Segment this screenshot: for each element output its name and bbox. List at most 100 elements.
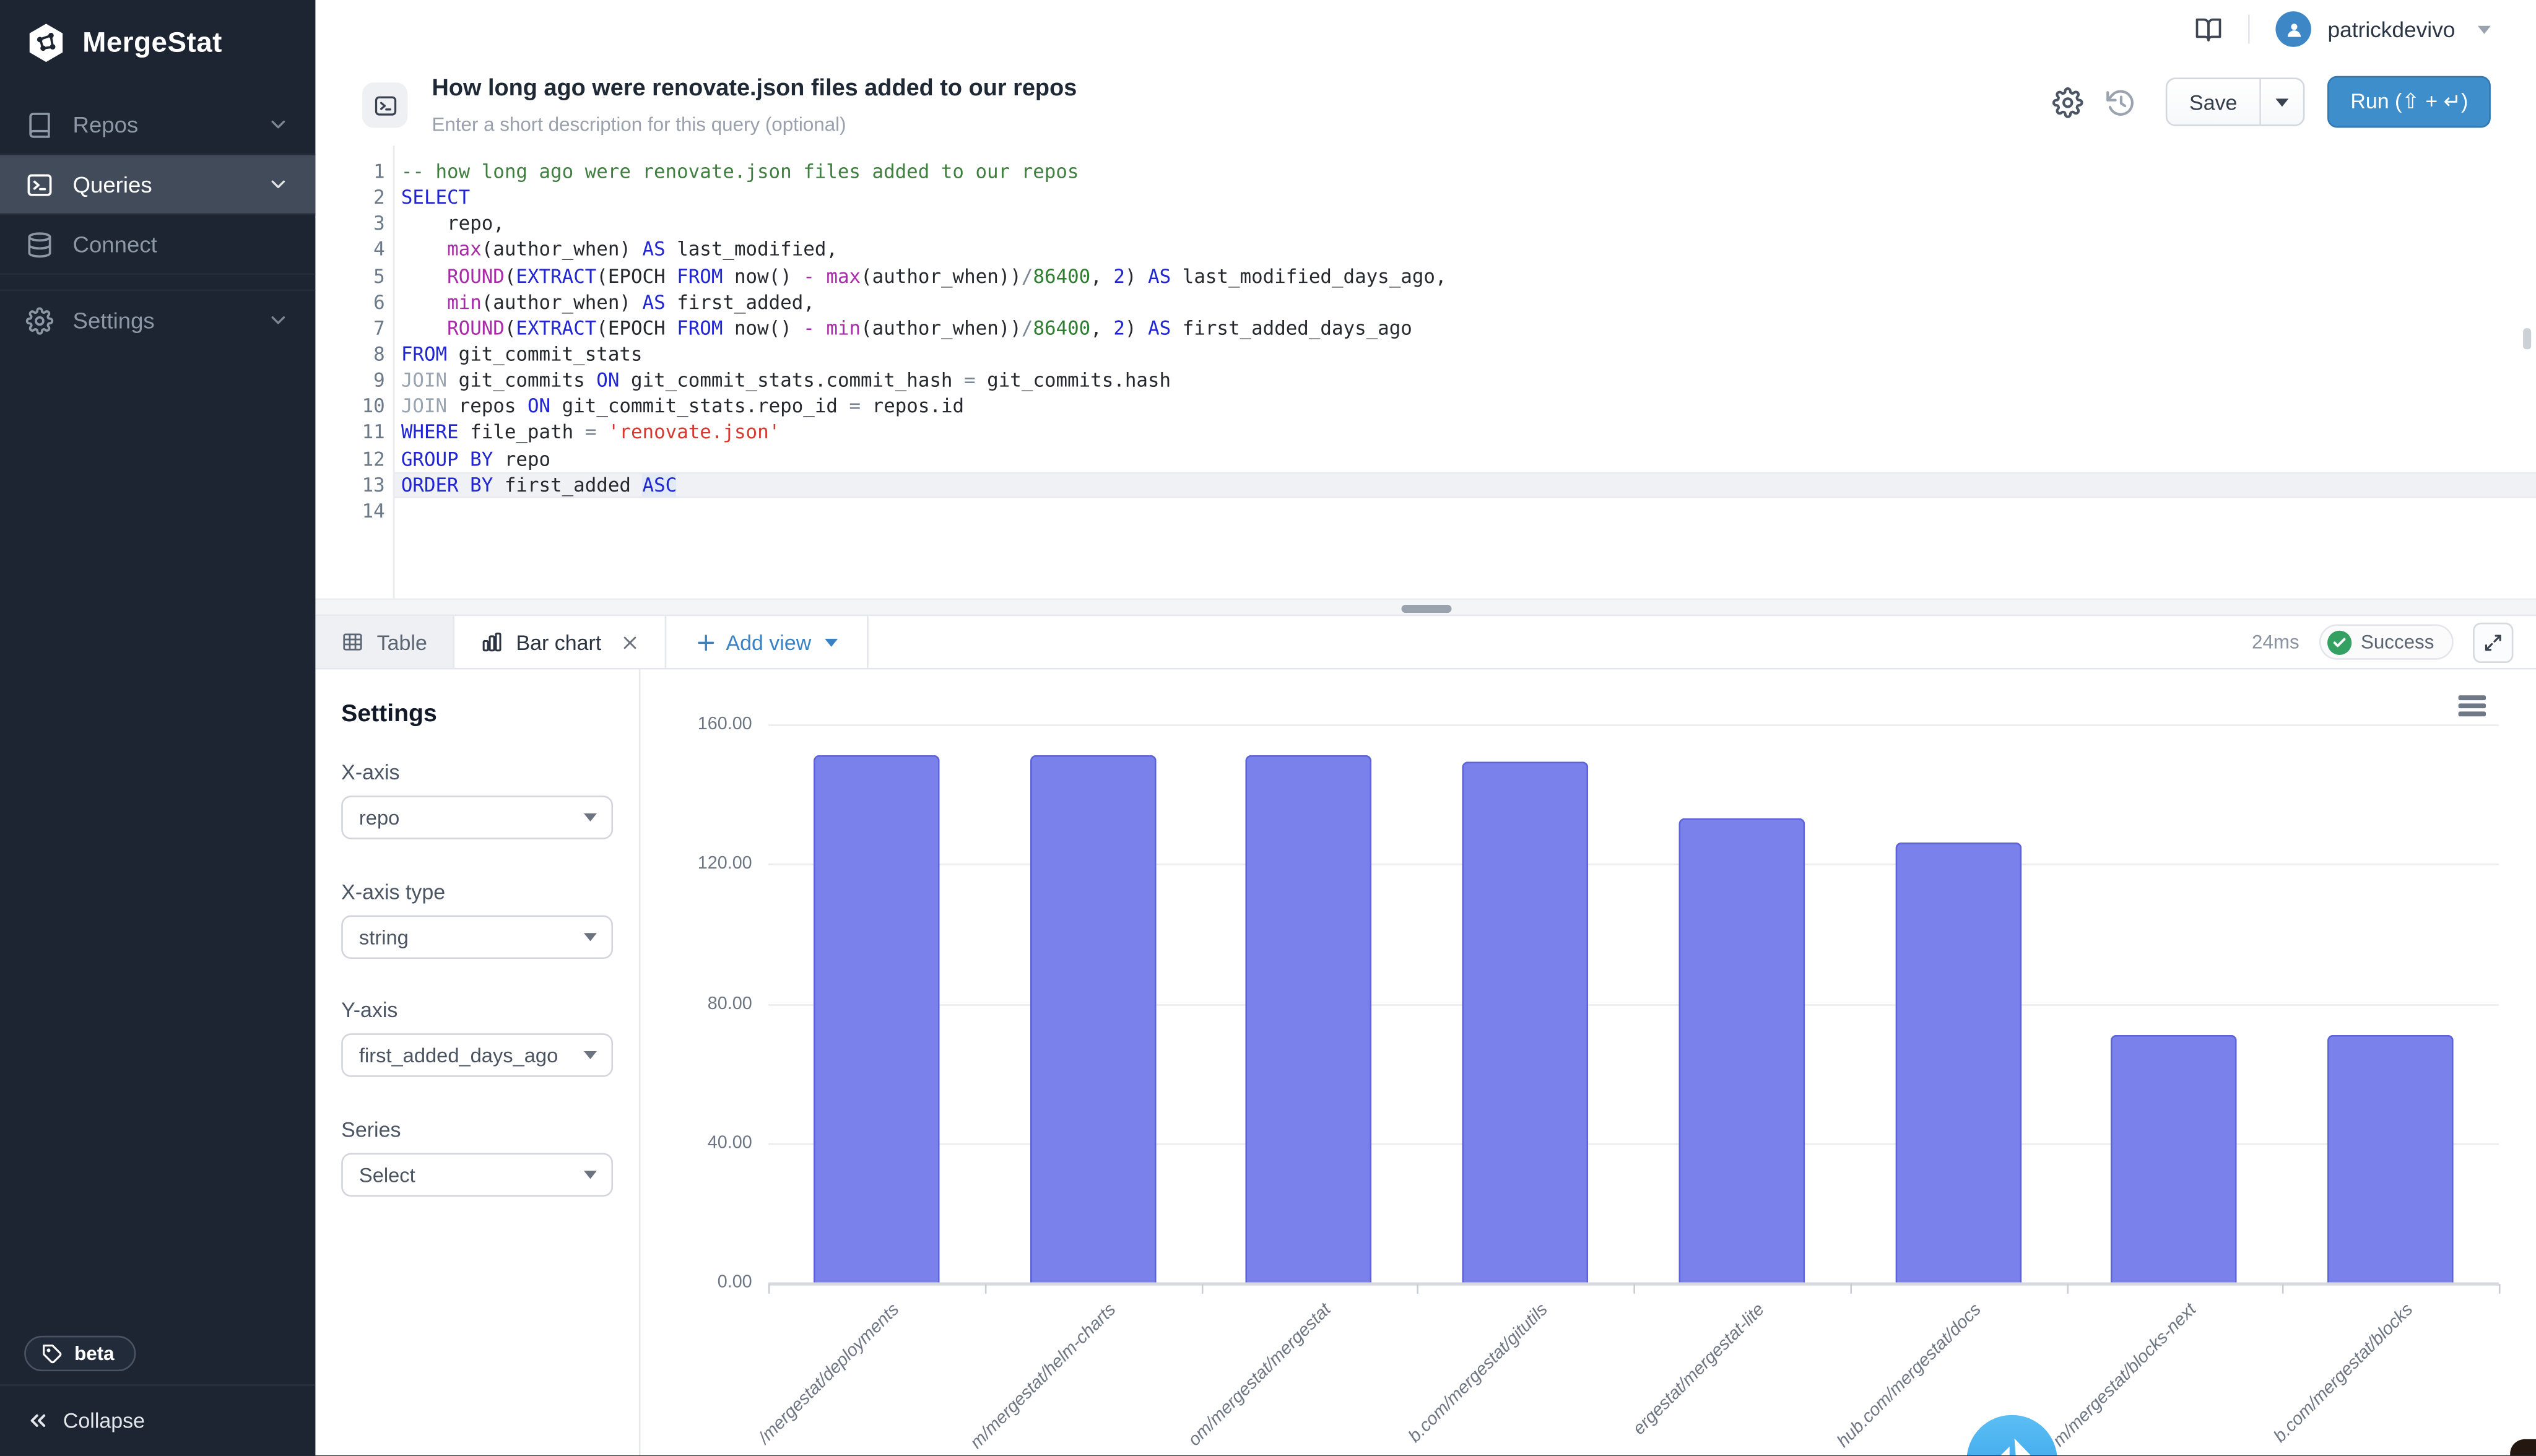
sidebar-item-repos[interactable]: Repos bbox=[0, 95, 315, 154]
code-line-13: ORDER BY first_added ASC bbox=[401, 472, 2536, 498]
collapse-button[interactable]: Collapse bbox=[0, 1384, 315, 1455]
tab-table[interactable]: Table bbox=[315, 616, 454, 668]
tab-label: Bar chart bbox=[516, 630, 602, 654]
topbar: patrickdevivo bbox=[315, 0, 2536, 58]
x-axis-tick bbox=[1201, 1284, 1203, 1294]
bar-m/mergestat/blocks-next bbox=[2111, 1035, 2238, 1283]
settings-heading: Settings bbox=[341, 700, 437, 727]
save-split-button: Save bbox=[2165, 77, 2305, 126]
results-tabbar: TableBar chartAdd view 24ms Success bbox=[315, 616, 2536, 669]
code-line-12: GROUP BY repo bbox=[401, 446, 2536, 472]
plus-icon bbox=[695, 631, 716, 652]
line-number: 4 bbox=[315, 236, 384, 262]
x-axis-tick bbox=[1633, 1284, 1635, 1294]
field-label-x-axis: X-axis bbox=[341, 760, 399, 784]
logo-text: MergeStat bbox=[82, 26, 222, 60]
gridline bbox=[768, 1003, 2499, 1005]
bar-hub.com/mergestat/docs bbox=[1895, 843, 2021, 1283]
x-axis-label: b.com/mergestat/blocks bbox=[2271, 1300, 2418, 1447]
sidebar-item-settings[interactable]: Settings bbox=[0, 290, 315, 350]
collapse-label: Collapse bbox=[63, 1408, 145, 1432]
tab-bar-chart[interactable]: Bar chart bbox=[454, 616, 666, 668]
query-description-input[interactable]: Enter a short description for this query… bbox=[432, 113, 846, 136]
query-settings-gear-icon[interactable] bbox=[2052, 87, 2083, 118]
x-axis-tick bbox=[984, 1284, 986, 1294]
topbar-divider bbox=[2249, 15, 2251, 44]
field-label-y-axis: Y-axis bbox=[341, 998, 397, 1022]
select-value: string bbox=[359, 926, 409, 949]
panel-resize-handle[interactable] bbox=[1400, 605, 1451, 612]
code-line-10: JOIN repos ON git_commit_stats.repo_id =… bbox=[401, 393, 2536, 419]
x-axis-tick bbox=[2283, 1284, 2285, 1294]
sidebar-item-connect[interactable]: Connect bbox=[0, 214, 315, 274]
gridline bbox=[768, 864, 2499, 866]
chart-menu-icon[interactable] bbox=[2459, 695, 2486, 716]
code-line-8: FROM git_commit_stats bbox=[401, 341, 2536, 367]
select-value: Select bbox=[359, 1164, 415, 1187]
y-axis-select[interactable]: first_added_days_ago bbox=[341, 1033, 613, 1077]
bar-chart-icon bbox=[480, 631, 503, 654]
query-history-icon[interactable] bbox=[2105, 87, 2136, 118]
close-icon[interactable] bbox=[621, 633, 639, 651]
panel-resize-strip bbox=[315, 599, 2536, 617]
beta-label: beta bbox=[74, 1342, 114, 1365]
tag-icon bbox=[42, 1343, 63, 1364]
expand-results-button[interactable] bbox=[2473, 622, 2513, 662]
field-label-x-axis-type: X-axis type bbox=[341, 880, 445, 904]
sql-editor[interactable]: 1234567891011121314 -- how long ago were… bbox=[315, 145, 2536, 598]
save-button[interactable]: Save bbox=[2166, 79, 2260, 124]
database-icon bbox=[26, 230, 53, 258]
code-line-5: ROUND(EXTRACT(EPOCH FROM now() - max(aut… bbox=[401, 263, 2536, 289]
code-line-3: repo, bbox=[401, 210, 2536, 236]
docs-book-icon[interactable] bbox=[2195, 15, 2222, 43]
x-axis-select[interactable]: repo bbox=[341, 795, 613, 839]
chevrons-left-icon bbox=[26, 1408, 50, 1432]
line-number: 2 bbox=[315, 184, 384, 210]
chat-widget-button[interactable] bbox=[1966, 1415, 2057, 1455]
logo[interactable]: MergeStat bbox=[0, 0, 315, 64]
query-title[interactable]: How long ago were renovate.json files ad… bbox=[432, 76, 1077, 102]
run-button[interactable]: Run (⇧ + ↵) bbox=[2328, 76, 2491, 128]
status-badge: Success bbox=[2319, 624, 2454, 659]
code-line-4: max(author_when) AS last_modified, bbox=[401, 236, 2536, 262]
tabbar-divider bbox=[866, 616, 868, 668]
bar-om/mergestat/mergestat bbox=[1246, 756, 1372, 1283]
editor-code[interactable]: -- how long ago were renovate.json files… bbox=[401, 158, 2536, 524]
sidebar-item-label: Repos bbox=[73, 111, 248, 137]
x-axis-tick bbox=[1850, 1284, 1852, 1294]
code-line-9: JOIN git_commits ON git_commit_stats.com… bbox=[401, 367, 2536, 393]
select-value: repo bbox=[359, 806, 399, 829]
line-number: 7 bbox=[315, 315, 384, 341]
chevron-down-icon bbox=[267, 173, 290, 196]
x-axis-label: m/mergestat/blocks-next bbox=[2050, 1300, 2201, 1451]
chevron-down-icon bbox=[267, 309, 290, 332]
sidebar-item-label: Queries bbox=[73, 171, 248, 197]
code-line-14 bbox=[401, 498, 2536, 524]
y-axis-tick-label: 120.00 bbox=[655, 854, 752, 873]
add-view-button[interactable]: Add view bbox=[666, 616, 866, 668]
line-number: 12 bbox=[315, 446, 384, 472]
avatar[interactable] bbox=[2276, 11, 2311, 46]
gear-icon bbox=[26, 306, 53, 334]
code-line-11: WHERE file_path = 'renovate.json' bbox=[401, 420, 2536, 446]
sidebar: MergeStat Repos Queries Connect Settings be… bbox=[0, 0, 315, 1455]
x-axis-type-select[interactable]: string bbox=[341, 916, 613, 960]
user-menu-caret-icon[interactable] bbox=[2478, 25, 2491, 33]
series-select[interactable]: Select bbox=[341, 1153, 613, 1197]
caret-down-icon bbox=[584, 933, 597, 941]
line-number: 1 bbox=[315, 158, 384, 184]
code-line-2: SELECT bbox=[401, 184, 2536, 210]
terminal-icon bbox=[26, 171, 53, 198]
x-axis-label: /mergestat/deployments bbox=[755, 1300, 903, 1448]
query-terminal-icon bbox=[362, 82, 407, 128]
save-menu-button[interactable] bbox=[2260, 79, 2304, 124]
beta-badge: beta bbox=[24, 1336, 135, 1371]
x-axis-tick bbox=[2066, 1284, 2068, 1294]
line-number: 5 bbox=[315, 263, 384, 289]
username[interactable]: patrickdevivo bbox=[2328, 17, 2456, 41]
sidebar-item-label: Connect bbox=[73, 232, 290, 258]
mergestat-logo-icon bbox=[24, 21, 68, 65]
x-axis-label: b.com/mergestat/gitutils bbox=[1405, 1300, 1552, 1447]
line-number: 3 bbox=[315, 210, 384, 236]
sidebar-item-queries[interactable]: Queries bbox=[0, 154, 315, 214]
